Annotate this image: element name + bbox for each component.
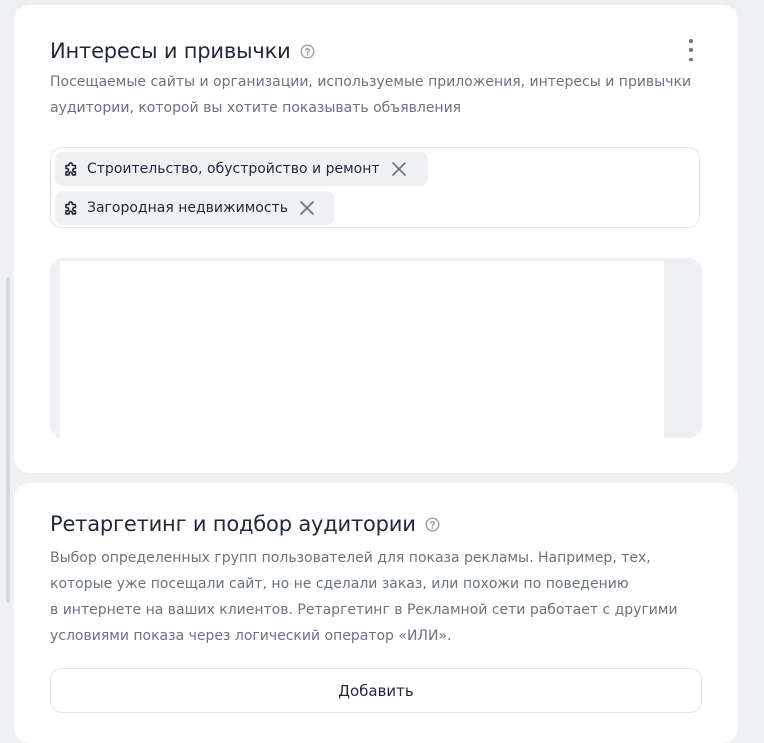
retargeting-description-line-3: в интернете на ваших клиентов. Ретаргети…: [50, 602, 678, 618]
interests-description-line-1: Посещаемые сайты и организации, использу…: [50, 74, 692, 90]
puzzle-icon: [63, 199, 81, 217]
retargeting-description-line-1: Выбор определенных групп пользователей д…: [50, 550, 651, 566]
selected-interests-box[interactable]: Строительство, обустройство и ремонт Заг…: [50, 147, 700, 228]
question-circle-icon[interactable]: [300, 44, 315, 59]
interests-description: Посещаемые сайты и организации, использу…: [50, 69, 691, 121]
interest-tag: Загородная недвижимость: [55, 191, 334, 225]
interest-tag-label: Загородная недвижимость: [87, 200, 288, 216]
interests-title: Интересы и привычки: [50, 39, 315, 63]
interest-tag: Строительство, обустройство и ремонт: [55, 152, 428, 186]
kebab-menu-icon[interactable]: [682, 39, 700, 61]
retargeting-description: Выбор определенных групп пользователей д…: [50, 545, 678, 649]
interests-card: Интересы и привычки Посещаемые сайты и о…: [14, 5, 738, 473]
puzzle-icon: [63, 160, 81, 178]
interests-description-line-2: аудитории, которой вы хотите показывать …: [50, 100, 462, 116]
interests-preview-panel: [50, 258, 702, 438]
question-circle-icon[interactable]: [425, 517, 440, 532]
close-icon[interactable]: [298, 199, 316, 217]
add-button[interactable]: Добавить: [50, 668, 702, 713]
close-icon[interactable]: [390, 160, 408, 178]
interest-tag-label: Строительство, обустройство и ремонт: [87, 161, 380, 177]
retargeting-description-line-2: которые уже посещали сайт, но не сделали…: [50, 576, 629, 592]
interests-preview-content: [60, 261, 664, 438]
page-scrollbar[interactable]: [6, 277, 10, 603]
retargeting-title-text: Ретаргетинг и подбор аудитории: [50, 512, 416, 536]
interests-title-text: Интересы и привычки: [50, 39, 291, 63]
retargeting-card: Ретаргетинг и подбор аудитории Выбор опр…: [14, 483, 738, 743]
retargeting-description-line-4: условиями показа через логический операт…: [50, 628, 452, 644]
retargeting-title: Ретаргетинг и подбор аудитории: [50, 512, 440, 536]
